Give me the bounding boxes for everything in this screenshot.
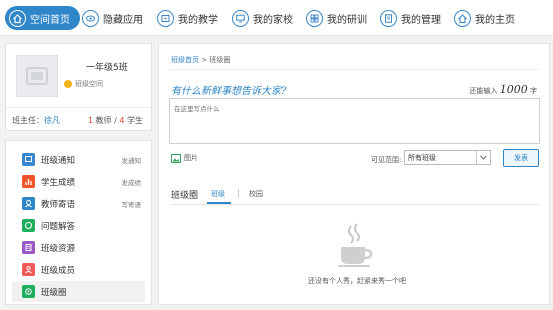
send-notice-link[interactable]: 发通知 (122, 155, 142, 165)
class-menu: 班级通知 发通知 学生成绩 发成绩 教师寄语 写寄语 问题解答 班级资源 班级成… (5, 140, 152, 305)
menu-item-label: 班级圈 (41, 287, 67, 298)
char-remaining-prefix: 还能输入 (469, 87, 498, 95)
nav-item-hidden-apps[interactable]: 隐藏应用 (82, 6, 143, 30)
document-icon (380, 9, 397, 27)
student-unit: 学生 (127, 116, 143, 125)
member-counts: 1 教师 / 4 学生 (88, 115, 143, 126)
question-icon (22, 219, 35, 232)
add-picture-button[interactable]: 图片 (171, 153, 198, 163)
chevron-down-icon (476, 151, 490, 164)
breadcrumb-home-link[interactable]: 班级首页 (171, 56, 199, 64)
nav-item-label: 我的管理 (401, 14, 441, 26)
eye-icon (82, 9, 99, 27)
post-input[interactable] (170, 99, 539, 143)
menu-item-teacher-message[interactable]: 教师寄语 写寄语 (12, 193, 145, 214)
nav-item-space-home[interactable]: 空间首页 (5, 6, 80, 30)
picture-icon (171, 153, 181, 163)
menu-item-label: 班级资源 (41, 243, 76, 254)
write-message-link[interactable]: 写寄语 (122, 199, 142, 209)
menu-item-scores[interactable]: 学生成绩 发成绩 (12, 171, 145, 192)
nav-item-label: 我的主页 (475, 14, 515, 26)
send-scores-link[interactable]: 发成绩 (122, 177, 142, 187)
visibility-value: 所有班级 (408, 153, 436, 162)
menu-item-qa[interactable]: 问题解答 (12, 215, 145, 236)
teaching-icon (157, 9, 174, 27)
member-icon (22, 263, 35, 276)
image-placeholder-icon (26, 67, 48, 85)
main-panel: 班级首页 > 班级圈 有什么新鲜事想告诉大家? 还能输入 1000 字 图片 可… (158, 43, 550, 305)
class-space-label: 班级空间 (75, 80, 103, 88)
head-teacher-name[interactable]: 徐凡 (44, 116, 60, 125)
nav-item-label: 我的研训 (327, 14, 367, 26)
menu-item-members[interactable]: 班级成员 (12, 259, 145, 280)
nav-item-label: 空间首页 (30, 14, 70, 26)
head-teacher: 班主任：徐凡 (12, 115, 60, 126)
empty-state-text: 还没有个人秀，赶紧来秀一个吧 (308, 277, 406, 285)
post-textbox (169, 98, 540, 144)
teacher-count: 1 (87, 116, 94, 125)
resource-icon (22, 241, 35, 254)
student-count: 4 (119, 116, 125, 125)
menu-item-resources[interactable]: 班级资源 (12, 237, 145, 258)
class-card: 一年级5班 班级空间 班主任：徐凡 1 教师 / 4 学生 (5, 43, 152, 131)
menu-item-class-circle[interactable]: 班级圈 (12, 281, 145, 302)
breadcrumb-separator: > (199, 56, 210, 64)
nav-item-label: 我的家校 (253, 14, 293, 26)
visibility-label: 可见范围: (371, 156, 402, 164)
nav-item-home-school[interactable]: 我的家校 (232, 6, 293, 30)
nav-item-research[interactable]: 我的研训 (306, 6, 367, 30)
head-teacher-label: 班主任： (12, 116, 44, 125)
section-title: 班级圈 (171, 191, 199, 201)
menu-item-label: 学生成绩 (41, 177, 76, 188)
menu-item-label: 问题解答 (41, 221, 76, 232)
grid-icon (306, 9, 323, 27)
coin-icon (64, 80, 72, 88)
teacher-unit: 教师 (95, 116, 112, 125)
nav-item-label: 我的教学 (178, 14, 218, 26)
divider (171, 204, 539, 205)
nav-item-management[interactable]: 我的管理 (380, 6, 441, 30)
top-nav: 空间首页 隐藏应用 我的教学 我的家校 我的研训 我的管理 我的主页 (0, 0, 553, 36)
class-space-link[interactable]: 班级空间 (64, 79, 103, 89)
monitor-icon (232, 9, 249, 27)
breadcrumb: 班级首页 > 班级圈 (171, 55, 230, 65)
coffee-cup-icon (338, 223, 373, 267)
menu-item-label: 班级成员 (41, 265, 76, 276)
nav-item-my-homepage[interactable]: 我的主页 (454, 6, 515, 30)
char-remaining-suffix: 字 (530, 87, 537, 95)
tab-school[interactable]: 校园 (249, 189, 263, 199)
bar-chart-icon (22, 175, 35, 188)
menu-item-label: 教师寄语 (41, 199, 76, 210)
nav-item-label: 隐藏应用 (103, 14, 143, 26)
house-icon (454, 9, 471, 27)
char-remaining: 还能输入 1000 字 (470, 83, 537, 96)
divider (6, 107, 151, 108)
divider (171, 69, 539, 70)
class-avatar[interactable] (16, 55, 58, 97)
tab-class[interactable]: 班级 (211, 189, 225, 199)
circle-icon (22, 285, 35, 298)
home-icon (9, 9, 26, 27)
visibility-select[interactable]: 所有班级 (404, 150, 491, 165)
class-name: 一年级5班 (86, 63, 128, 73)
picture-label: 图片 (184, 154, 198, 162)
menu-item-notice[interactable]: 班级通知 发通知 (12, 149, 145, 170)
char-remaining-count: 1000 (499, 83, 528, 96)
tab-separator (238, 189, 239, 198)
nav-item-my-teaching[interactable]: 我的教学 (157, 6, 218, 30)
message-icon (22, 197, 35, 210)
notice-icon (22, 153, 35, 166)
breadcrumb-current: 班级圈 (209, 56, 231, 64)
publish-button[interactable]: 发表 (503, 149, 539, 167)
post-prompt: 有什么新鲜事想告诉大家? (171, 86, 287, 97)
menu-item-label: 班级通知 (41, 155, 76, 166)
